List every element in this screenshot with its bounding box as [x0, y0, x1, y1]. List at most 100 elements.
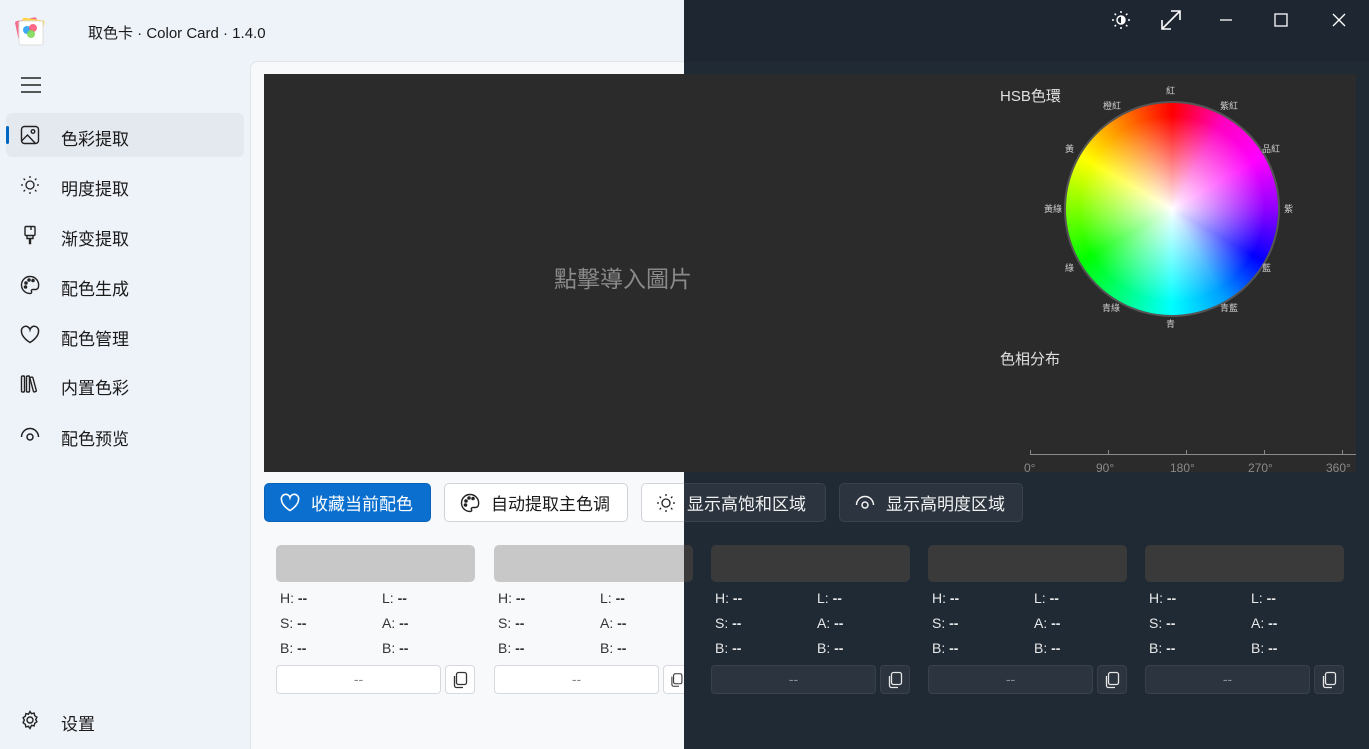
wheel-label: 藍 [1262, 263, 1272, 273]
lab-l-value: L: -- [1034, 590, 1059, 606]
app-logo [14, 15, 48, 49]
image-icon [20, 125, 40, 145]
lab-b-value: B: -- [1034, 640, 1061, 656]
settings-label: 设置 [61, 715, 95, 734]
color-card: H: -- L: -- S: -- A: -- B: -- B: -- -- [494, 545, 694, 695]
show-saturation-button[interactable]: 显示高饱和区域 [684, 483, 826, 522]
wheel-label: 青 [1166, 319, 1176, 329]
hex-field[interactable]: -- [1145, 665, 1310, 694]
wheel-label: 青藍 [1220, 303, 1239, 313]
sidebar-item-palette-preview[interactable]: 配色预览 [6, 413, 244, 457]
theme-icon[interactable] [1106, 8, 1136, 32]
axis-tick [1186, 450, 1187, 455]
color-swatch[interactable] [1145, 545, 1344, 582]
gear-icon [20, 710, 40, 730]
lab-b-value: B: -- [1251, 640, 1278, 656]
hue-value: H: -- [715, 590, 743, 606]
maximize-icon[interactable] [1266, 8, 1296, 32]
saturation-value: S: -- [715, 615, 742, 631]
lab-l-value: L: -- [382, 590, 407, 606]
lab-l-value: L: -- [817, 590, 842, 606]
sidebar-item-label: 渐变提取 [61, 230, 129, 249]
axis-tick-label: 0° [1024, 461, 1036, 472]
axis-line [1030, 454, 1356, 455]
wheel-label: 青綠 [1102, 303, 1121, 313]
saturation-value: S: -- [498, 615, 525, 631]
lab-a-value: A: -- [1034, 615, 1061, 631]
color-swatch[interactable] [494, 545, 684, 582]
favorite-palette-button[interactable]: 收藏当前配色 [264, 483, 431, 522]
hex-field[interactable]: -- [711, 665, 876, 694]
wheel-label: 綠 [1065, 263, 1075, 273]
show-saturation-label: 显示高饱和区域 [687, 495, 806, 514]
axis-tick [1030, 450, 1031, 455]
saturation-value: S: -- [1149, 615, 1176, 631]
lab-b-value: B: -- [600, 640, 627, 656]
sidebar-item-settings[interactable]: 设置 [6, 698, 244, 742]
sidebar-item-palette-manage[interactable]: 配色管理 [6, 313, 244, 357]
hue-value: H: -- [280, 590, 308, 606]
copy-icon[interactable] [1097, 665, 1127, 694]
sidebar-item-gradient-extract[interactable]: 渐变提取 [6, 213, 244, 257]
menu-toggle-icon[interactable] [20, 76, 42, 94]
hue-wheel [1064, 101, 1280, 317]
heart-icon [20, 325, 40, 345]
hue-value: H: -- [932, 590, 960, 606]
auto-extract-button[interactable]: 自动提取主色调 [444, 483, 628, 522]
eye-icon [20, 425, 40, 445]
axis-tick-label: 90° [1096, 461, 1115, 472]
hex-field[interactable]: -- [928, 665, 1093, 694]
sun-icon [656, 492, 676, 514]
sidebar-item-color-extract[interactable]: 色彩提取 [6, 113, 244, 157]
eye-icon [854, 492, 876, 514]
axis-tick [1108, 450, 1109, 455]
minimize-icon[interactable] [1211, 8, 1241, 32]
hue-axis: 0° 90° 180° 270° 360° [1024, 450, 1356, 472]
hue-value: H: -- [498, 590, 526, 606]
color-card: H: -- L: -- S: -- A: -- B: -- B: -- -- [928, 545, 1128, 695]
color-swatch[interactable] [711, 545, 910, 582]
lab-l-value: L: -- [1251, 590, 1276, 606]
copy-icon[interactable] [445, 665, 475, 694]
copy-icon[interactable] [663, 665, 684, 694]
axis-tick-label: 180° [1170, 461, 1195, 472]
wheel-label: 紅 [1166, 86, 1176, 96]
close-icon[interactable] [1324, 8, 1354, 32]
color-swatch[interactable] [928, 545, 1127, 582]
sidebar-item-palette-generate[interactable]: 配色生成 [6, 263, 244, 307]
color-card: H: -- L: -- S: -- A: -- B: -- B: -- -- [711, 545, 911, 695]
copy-icon[interactable] [880, 665, 910, 694]
sidebar-item-label: 内置色彩 [61, 379, 129, 398]
brightness-value: B: -- [1149, 640, 1176, 656]
lab-l-value: L: -- [600, 590, 625, 606]
wheel-label: 橙紅 [1103, 101, 1122, 111]
axis-tick-label: 360° [1326, 461, 1351, 472]
expand-icon[interactable] [1156, 8, 1186, 32]
color-swatch-dark-part [684, 545, 693, 582]
sidebar-item-label: 配色管理 [61, 330, 129, 349]
show-saturation-button-light-part[interactable] [641, 483, 684, 522]
sidebar-item-builtin-colors[interactable]: 内置色彩 [6, 362, 244, 406]
wheel-label: 黃綠 [1044, 204, 1063, 214]
color-swatch[interactable] [276, 545, 475, 582]
wheel-label: 紫紅 [1220, 101, 1239, 111]
library-icon [20, 374, 40, 394]
show-brightness-button[interactable]: 显示高明度区域 [839, 483, 1023, 522]
copy-icon[interactable] [1314, 665, 1344, 694]
brightness-value: B: -- [498, 640, 525, 656]
show-brightness-label: 显示高明度区域 [886, 495, 1005, 514]
hex-field[interactable]: -- [276, 665, 441, 694]
lab-b-value: B: -- [817, 640, 844, 656]
image-drop-area[interactable]: 點擊導入圖片 HSB色環 紅 紫紅 品紅 紫 藍 青藍 青 青綠 綠 黃綠 黃 … [264, 74, 1356, 472]
hex-field[interactable]: -- [494, 665, 659, 694]
lab-a-value: A: -- [600, 615, 627, 631]
sun-icon [20, 175, 40, 195]
lab-a-value: A: -- [382, 615, 409, 631]
heart-icon [279, 492, 301, 514]
active-indicator [6, 126, 9, 144]
axis-tick [1342, 450, 1343, 455]
palette-icon [20, 275, 40, 295]
brush-icon [20, 225, 40, 245]
sidebar-item-brightness-extract[interactable]: 明度提取 [6, 163, 244, 207]
color-card: H: -- L: -- S: -- A: -- B: -- B: -- -- [1145, 545, 1345, 695]
